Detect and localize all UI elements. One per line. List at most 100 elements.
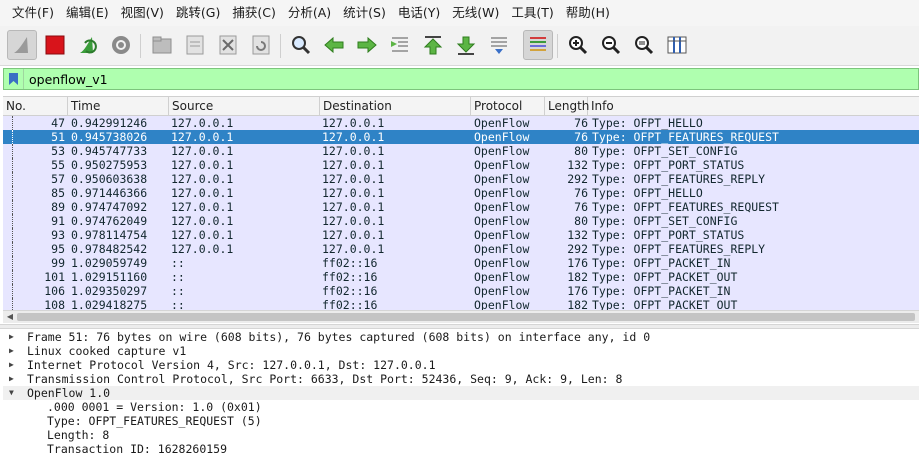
packet-row[interactable]: 106 1.029350297:: ff02::16 OpenFlow 176 Type:… xyxy=(3,284,919,298)
open-file-icon[interactable] xyxy=(147,30,177,60)
packet-protocol: OpenFlow xyxy=(474,284,530,298)
packet-row[interactable]: 89 0.974747092 127.0.0.1 127.0.0.1 OpenFlow 7… xyxy=(3,200,919,214)
capture-options-icon[interactable] xyxy=(106,30,136,60)
packet-row[interactable]: 47 0.942991246 127.0.0.1 127.0.0.1 OpenFlow 7… xyxy=(3,116,919,130)
detail-tree-child[interactable]: .000 0001 = Version: 1.0 (0x01) xyxy=(3,400,919,414)
packet-protocol: OpenFlow xyxy=(474,298,530,310)
menu-go[interactable]: 跳转(G) xyxy=(170,0,226,26)
packet-protocol: OpenFlow xyxy=(474,256,530,270)
menu-file[interactable]: 文件(F) xyxy=(6,0,60,26)
packet-row[interactable]: 51 0.945738026 127.0.0.1 127.0.0.1 OpenFlow 7… xyxy=(3,130,919,144)
zoom-in-icon[interactable] xyxy=(563,30,593,60)
packet-time: 0.971446366 xyxy=(71,186,148,200)
packet-time: 0.978482542 xyxy=(71,242,148,256)
packet-no: 93 xyxy=(51,228,65,242)
packet-protocol: OpenFlow xyxy=(474,242,530,256)
bookmark-icon[interactable] xyxy=(4,69,24,89)
main-toolbar xyxy=(0,26,919,66)
menu-tools[interactable]: 工具(T) xyxy=(505,0,559,26)
packet-protocol: OpenFlow xyxy=(474,186,530,200)
detail-tree-item[interactable]: ▼ OpenFlow 1.0 xyxy=(3,386,919,400)
packet-row[interactable]: 55 0.950275953 127.0.0.1 127.0.0.1 OpenFlow 1… xyxy=(3,158,919,172)
display-filter-input[interactable] xyxy=(24,69,904,89)
packet-source: :: xyxy=(171,270,185,284)
packet-row[interactable]: 108 1.029418275:: ff02::16 OpenFlow 182 Type:… xyxy=(3,298,919,310)
menu-wireless[interactable]: 无线(W) xyxy=(446,0,505,26)
find-packet-icon[interactable] xyxy=(286,30,316,60)
menu-help[interactable]: 帮助(H) xyxy=(560,0,616,26)
go-forward-icon[interactable] xyxy=(352,30,382,60)
detail-tree-child-label: .000 0001 = Version: 1.0 (0x01) xyxy=(47,400,262,414)
packet-source: 127.0.0.1 xyxy=(171,130,234,144)
colorize-icon[interactable] xyxy=(523,30,553,60)
packet-time: 0.974747092 xyxy=(71,200,148,214)
detail-tree-item[interactable]: ▶ Transmission Control Protocol, Src Port… xyxy=(3,372,919,386)
packet-info: Type: OFPT_FEATURES_REQUEST xyxy=(592,200,779,214)
collapsed-arrow-icon[interactable]: ▶ xyxy=(9,358,21,372)
column-header-time[interactable]: Time xyxy=(68,97,169,116)
go-to-packet-icon[interactable] xyxy=(385,30,415,60)
column-header-no[interactable]: No. xyxy=(3,97,68,116)
packet-no: 89 xyxy=(51,200,65,214)
detail-tree-child[interactable]: Length: 8 xyxy=(3,428,919,442)
packet-no: 85 xyxy=(51,186,65,200)
column-header-protocol[interactable]: Protocol xyxy=(471,97,545,116)
packet-row[interactable]: 99 1.029059749:: ff02::16 OpenFlow 176 Type: … xyxy=(3,256,919,270)
detail-tree-label: Linux cooked capture v1 xyxy=(27,344,187,358)
detail-tree-child-label: Type: OFPT_FEATURES_REQUEST (5) xyxy=(47,414,262,428)
detail-tree-child[interactable]: Type: OFPT_FEATURES_REQUEST (5) xyxy=(3,414,919,428)
detail-tree-item[interactable]: ▶ Linux cooked capture v1 xyxy=(3,344,919,358)
autoscroll-icon[interactable] xyxy=(484,30,514,60)
menu-view[interactable]: 视图(V) xyxy=(115,0,170,26)
menu-edit[interactable]: 编辑(E) xyxy=(60,0,115,26)
packet-row[interactable]: 91 0.974762049 127.0.0.1 127.0.0.1 OpenFlow 8… xyxy=(3,214,919,228)
packet-row[interactable]: 101 1.029151160:: ff02::16 OpenFlow 182 Type:… xyxy=(3,270,919,284)
column-header-length[interactable]: Length xyxy=(545,97,589,116)
expanded-arrow-icon[interactable]: ▼ xyxy=(9,386,21,400)
packet-length: 80 xyxy=(574,144,588,158)
packet-info: Type: OFPT_PACKET_IN xyxy=(592,284,731,298)
scroll-left-icon[interactable]: ◀ xyxy=(5,312,15,322)
save-file-icon[interactable] xyxy=(180,30,210,60)
packet-row[interactable]: 53 0.945747733 127.0.0.1 127.0.0.1 OpenFlow 8… xyxy=(3,144,919,158)
packet-protocol: OpenFlow xyxy=(474,116,530,130)
packet-row[interactable]: 85 0.971446366 127.0.0.1 127.0.0.1 OpenFlow 7… xyxy=(3,186,919,200)
normal-size-icon[interactable] xyxy=(629,30,659,60)
collapsed-arrow-icon[interactable]: ▶ xyxy=(9,372,21,386)
detail-tree-child[interactable]: Transaction ID: 1628260159 xyxy=(3,442,919,456)
menu-capture[interactable]: 捕获(C) xyxy=(226,0,281,26)
first-packet-icon[interactable] xyxy=(418,30,448,60)
packet-row[interactable]: 93 0.978114754 127.0.0.1 127.0.0.1 OpenFlow 1… xyxy=(3,228,919,242)
go-back-icon[interactable] xyxy=(319,30,349,60)
menu-statistics[interactable]: 统计(S) xyxy=(337,0,392,26)
menu-analyze[interactable]: 分析(A) xyxy=(282,0,337,26)
close-file-icon[interactable] xyxy=(213,30,243,60)
packet-source: 127.0.0.1 xyxy=(171,200,234,214)
resize-columns-icon[interactable] xyxy=(662,30,692,60)
column-header-source[interactable]: Source xyxy=(169,97,320,116)
menu-telephony[interactable]: 电话(Y) xyxy=(392,0,446,26)
packet-destination: ff02::16 xyxy=(322,256,378,270)
packet-destination: 127.0.0.1 xyxy=(322,228,385,242)
packet-info: Type: OFPT_FEATURES_REPLY xyxy=(592,172,766,186)
detail-tree-item[interactable]: ▶ Frame 51: 76 bytes on wire (608 bits), … xyxy=(3,330,919,344)
packet-protocol: OpenFlow xyxy=(474,158,530,172)
packet-list-hscrollbar[interactable]: ◀ xyxy=(3,310,919,323)
packet-protocol: OpenFlow xyxy=(474,172,530,186)
packet-source: 127.0.0.1 xyxy=(171,144,234,158)
last-packet-icon[interactable] xyxy=(451,30,481,60)
column-header-info[interactable]: Info xyxy=(588,97,919,116)
column-header-destination[interactable]: Destination xyxy=(320,97,471,116)
packet-time: 0.978114754 xyxy=(71,228,148,242)
reload-file-icon[interactable] xyxy=(246,30,276,60)
stop-capture-icon[interactable] xyxy=(40,30,70,60)
detail-tree-item[interactable]: ▶ Internet Protocol Version 4, Src: 127.0… xyxy=(3,358,919,372)
packet-row[interactable]: 95 0.978482542 127.0.0.1 127.0.0.1 OpenFlow 2… xyxy=(3,242,919,256)
zoom-out-icon[interactable] xyxy=(596,30,626,60)
packet-row[interactable]: 57 0.950603638 127.0.0.1 127.0.0.1 OpenFlow 2… xyxy=(3,172,919,186)
collapsed-arrow-icon[interactable]: ▶ xyxy=(9,330,21,344)
restart-capture-icon[interactable] xyxy=(73,30,103,60)
scrollbar-thumb[interactable] xyxy=(17,313,915,321)
collapsed-arrow-icon[interactable]: ▶ xyxy=(9,344,21,358)
shark-fin-start-icon[interactable] xyxy=(7,30,37,60)
